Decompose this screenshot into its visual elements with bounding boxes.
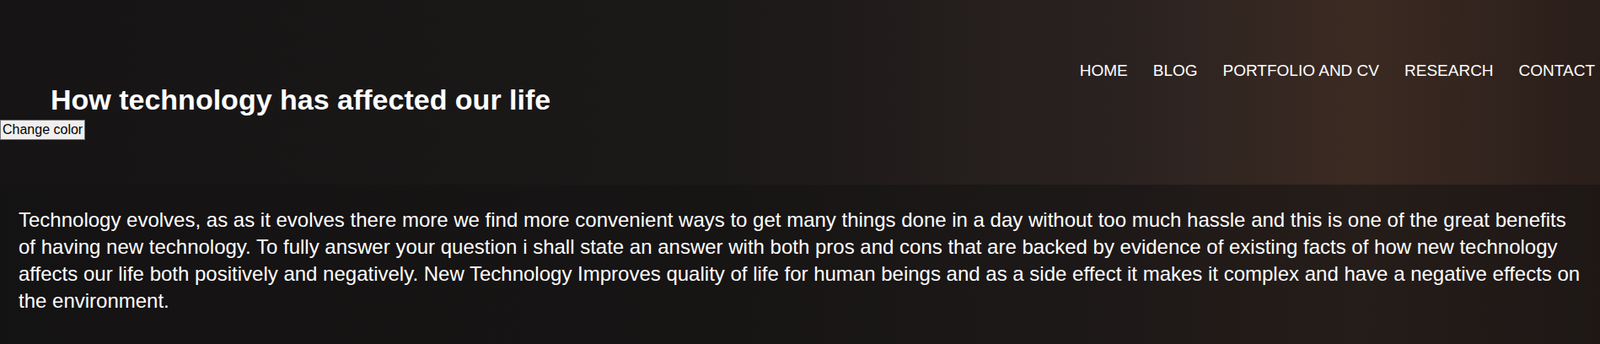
page-title: How technology has affected our life [0, 80, 1600, 119]
content-panel: Technology evolves, as as it evolves the… [0, 184, 1600, 344]
content-paragraph: Technology evolves, as as it evolves the… [18, 206, 1582, 315]
page: HOME BLOG PORTFOLIO AND CV RESEARCH CONTACTH… [0, 0, 1600, 344]
change-color-button[interactable]: Change color [0, 119, 86, 140]
nav-link[interactable]: CONTACT [1519, 60, 1595, 81]
header: HOME BLOG PORTFOLIO AND CV RESEARCH CONTACTH… [0, 0, 1600, 185]
nav-link[interactable]: PORTFOLIO AND CV [1223, 60, 1380, 81]
main-nav: HOME BLOG PORTFOLIO AND CV RESEARCH CONTACT [0, 0, 1600, 81]
nav-link[interactable]: RESEARCH [1404, 60, 1494, 81]
nav-link[interactable]: HOME [1079, 60, 1128, 81]
nav-link[interactable]: BLOG [1153, 60, 1198, 81]
